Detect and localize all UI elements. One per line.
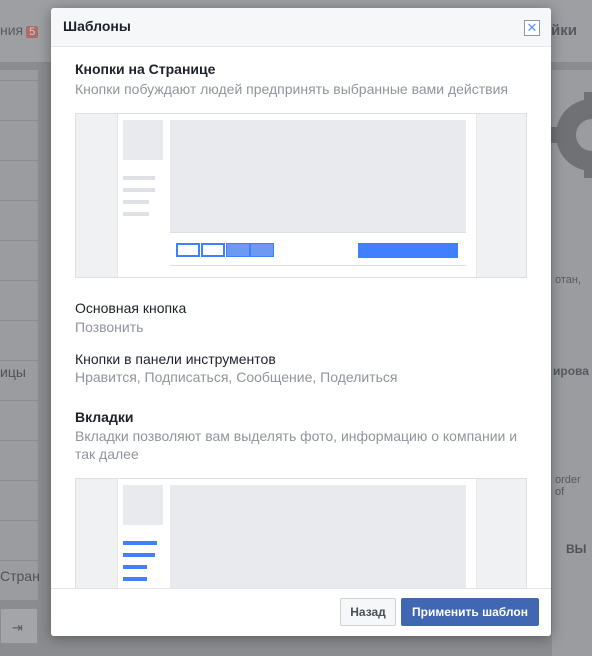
preview-cover [170, 485, 466, 588]
logout-icon: ⇥ [12, 620, 23, 635]
main-button-value: Позвонить [75, 319, 144, 335]
gear-icon [550, 92, 592, 178]
background-right-text: ВЫ [566, 542, 587, 556]
background-right-text: order of [555, 474, 581, 498]
background-sidebar-text: Стран [0, 568, 40, 584]
preview-cover [170, 120, 466, 232]
background-sidebar [0, 70, 38, 600]
dialog-body[interactable]: Кнопки на Странице Кнопки побуждают люде… [51, 48, 551, 588]
preview-avatar [123, 120, 163, 160]
section-title-buttons: Кнопки на Странице [75, 61, 216, 77]
apply-template-button[interactable]: Применить шаблон [401, 598, 539, 626]
dialog-header: Шаблоны ✕ [51, 8, 551, 47]
background-right-text: отан, [555, 274, 582, 286]
preview-main-button [358, 243, 458, 258]
preview-page [117, 114, 477, 277]
background-sidebar-text: ицы [0, 364, 26, 380]
dialog-footer: Назад Применить шаблон [51, 588, 551, 636]
notification-badge: 5 [26, 26, 39, 38]
preview-avatar [123, 485, 163, 525]
preview-tab-line [123, 541, 157, 545]
toolbar-buttons-value: Нравится, Подписаться, Сообщение, Подели… [75, 369, 398, 385]
background-tab-notifications: ния 5 [0, 22, 39, 38]
toolbar-buttons-label: Кнопки в панели инструментов [75, 351, 276, 367]
preview-line [123, 200, 149, 204]
preview-tab-line [123, 577, 147, 581]
preview-toolbar-button [226, 243, 250, 257]
section-title-tabs: Вкладки [75, 409, 134, 425]
preview-tab-line [123, 553, 155, 557]
dialog-title: Шаблоны [63, 18, 131, 34]
buttons-preview-image [75, 113, 527, 278]
preview-line [123, 176, 155, 180]
close-icon[interactable]: ✕ [524, 20, 540, 36]
preview-toolbar-button [176, 243, 200, 257]
preview-page [117, 479, 477, 588]
preview-toolbar-button [250, 243, 274, 257]
preview-toolbar-button [201, 243, 225, 257]
tabs-preview-image [75, 478, 527, 588]
preview-line [123, 212, 149, 216]
background-tab-settings: йки [551, 22, 577, 39]
preview-tab-line [123, 565, 147, 569]
background-tab-label: ния [0, 22, 24, 38]
templates-dialog: Шаблоны ✕ Кнопки на Странице Кнопки побу… [51, 8, 551, 636]
preview-line [123, 188, 155, 192]
background-right-text: ирова [553, 364, 589, 378]
back-button[interactable]: Назад [340, 598, 396, 626]
section-description-tabs: Вкладки позволяют вам выделять фото, инф… [75, 428, 518, 462]
preview-toolbar [170, 232, 466, 266]
main-button-label: Основная кнопка [75, 300, 187, 316]
section-description-buttons: Кнопки побуждают людей предпринять выбра… [75, 81, 508, 97]
